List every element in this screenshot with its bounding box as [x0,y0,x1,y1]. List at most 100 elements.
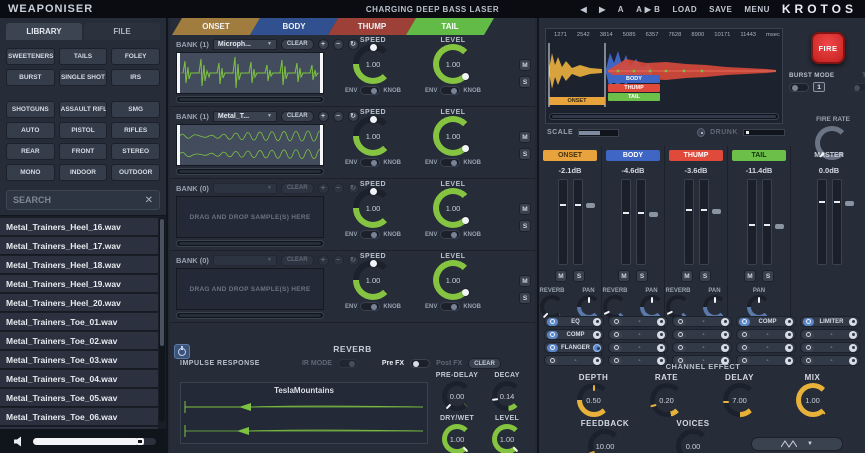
search-input[interactable] [13,195,145,205]
load-button[interactable]: LOAD [672,5,697,14]
bank-source-dropdown[interactable]: Metal_T...▼ [213,111,277,122]
file-list-scrollbar[interactable] [159,218,165,422]
bank-add-button[interactable]: + [318,111,329,122]
burst-mode-toggle[interactable] [789,83,809,92]
fx-power-button[interactable] [803,318,814,326]
bank-add-button[interactable]: + [318,255,329,266]
fx-power-button[interactable] [803,331,814,339]
fx-settings-icon[interactable] [657,344,665,352]
fx-slot[interactable]: FLANGER [544,342,604,353]
fx-slot[interactable]: - [800,329,860,340]
bank-clear-button[interactable]: CLEAR [281,255,314,266]
filter-shotguns[interactable]: SHOTGUNS [6,101,55,118]
channel-fader[interactable] [558,179,583,265]
channel-header[interactable]: ONSET [543,150,597,161]
bank-clear-button[interactable]: CLEAR [281,39,314,50]
level-env-knob-toggle[interactable] [440,302,460,311]
reverb-level-knob[interactable]: 1.00 [492,424,522,453]
bank-waveform-scrollbar[interactable] [176,312,324,319]
tab-onset[interactable]: ONSET [172,18,260,35]
timeline-scrollbar[interactable] [549,113,779,120]
channel-fader[interactable] [621,179,646,265]
tab-file[interactable]: FILE [84,23,160,40]
trim-handle-left[interactable] [177,125,180,165]
filter-auto[interactable]: AUTO [6,122,55,139]
speed-env-knob-toggle[interactable] [360,86,380,95]
fx-settings-icon[interactable] [721,331,729,339]
next-preset-button[interactable]: ▶ [599,5,606,14]
list-item[interactable]: Metal_Trainers_Toe_07.wav [0,427,158,429]
filter-assault-rifles[interactable]: ASSAULT RIFLES [59,101,108,118]
fx-slot[interactable]: LIMITER [800,316,860,327]
fx-settings-icon[interactable] [657,318,665,326]
speed-env-knob-toggle[interactable] [360,230,380,239]
trim-handle-right[interactable] [320,125,323,165]
list-item[interactable]: Metal_Trainers_Heel_16.wav [0,218,158,236]
ir-mode-toggle[interactable] [338,359,358,368]
level-knob[interactable]: 1.00 [433,188,473,228]
speed-knob[interactable]: 1.00 [353,44,393,84]
bank-waveform-display[interactable] [176,124,324,166]
rate-knob[interactable]: 0.20 [650,383,684,417]
list-item[interactable]: Metal_Trainers_Toe_03.wav [0,351,158,369]
trim-handle-right[interactable] [320,53,323,93]
speed-env-knob-toggle[interactable] [360,302,380,311]
lfo-waveform-dropdown[interactable]: ▼ [751,437,843,451]
channel-header[interactable]: TAIL [732,150,786,161]
mute-button[interactable]: M [618,270,630,282]
speed-knob[interactable]: 1.00 [353,260,393,300]
filter-burst[interactable]: BURST [6,69,55,86]
level-env-knob-toggle[interactable] [440,86,460,95]
fx-slot[interactable]: - [800,342,860,353]
filter-smg[interactable]: SMG [111,101,160,118]
fx-power-button[interactable] [739,331,750,339]
solo-button[interactable]: S [519,76,531,88]
fx-settings-icon[interactable] [657,331,665,339]
fx-power-button[interactable] [675,331,686,339]
filter-foley[interactable]: FOLEY [111,48,160,65]
filter-single-shot[interactable]: SINGLE SHOT [59,69,108,86]
onset-region-chip[interactable]: ONSET [549,97,605,105]
tab-library[interactable]: LIBRARY [6,23,82,40]
fx-slot[interactable]: COMP [736,316,796,327]
save-button[interactable]: SAVE [709,5,732,14]
dry-wet-knob[interactable]: 1.00 [442,424,472,453]
list-item[interactable]: Metal_Trainers_Heel_19.wav [0,275,158,293]
channel-header[interactable]: THUMP [669,150,723,161]
solo-button[interactable]: S [519,292,531,304]
fx-power-button[interactable] [675,318,686,326]
fire-button[interactable]: FIRE [811,32,845,64]
bank-source-dropdown[interactable]: ▼ [213,255,277,266]
fx-slot[interactable]: - [608,329,668,340]
fx-settings-icon[interactable] [785,344,793,352]
ab-a-button[interactable]: A [618,5,624,14]
fx-settings-icon[interactable] [849,344,857,352]
fx-power-button[interactable] [803,344,814,352]
level-env-knob-toggle[interactable] [440,230,460,239]
filter-mono[interactable]: MONO [6,164,55,181]
mute-button[interactable]: M [555,270,567,282]
solo-button[interactable]: S [699,270,711,282]
fx-power-button[interactable] [739,344,750,352]
fx-slot[interactable]: - [608,316,668,327]
mute-button[interactable]: M [519,131,531,143]
bank-drop-zone[interactable]: DRAG AND DROP SAMPLE(S) HERE [176,196,324,238]
bank-source-dropdown[interactable]: Microph...▼ [213,39,277,50]
fx-settings-icon[interactable] [593,318,601,326]
channel-fader[interactable] [817,179,842,265]
tail-mode-toggle[interactable] [851,83,865,92]
list-item[interactable]: Metal_Trainers_Toe_02.wav [0,332,158,350]
fx-settings-icon[interactable] [721,318,729,326]
depth-knob[interactable]: 0.50 [577,383,611,417]
fx-power-button[interactable] [611,344,622,352]
fx-settings-icon[interactable] [721,344,729,352]
tab-body[interactable]: BODY [250,18,338,35]
ab-copy-button[interactable]: A ▶ B [636,5,660,14]
drunk-slider[interactable] [743,129,785,136]
list-item[interactable]: Metal_Trainers_Toe_05.wav [0,389,158,407]
mute-button[interactable]: M [744,270,756,282]
burst-count-box[interactable]: 1 [813,82,825,92]
trim-handle-left[interactable] [177,53,180,93]
fx-power-button[interactable] [547,344,558,352]
drunk-icon[interactable] [697,128,705,137]
